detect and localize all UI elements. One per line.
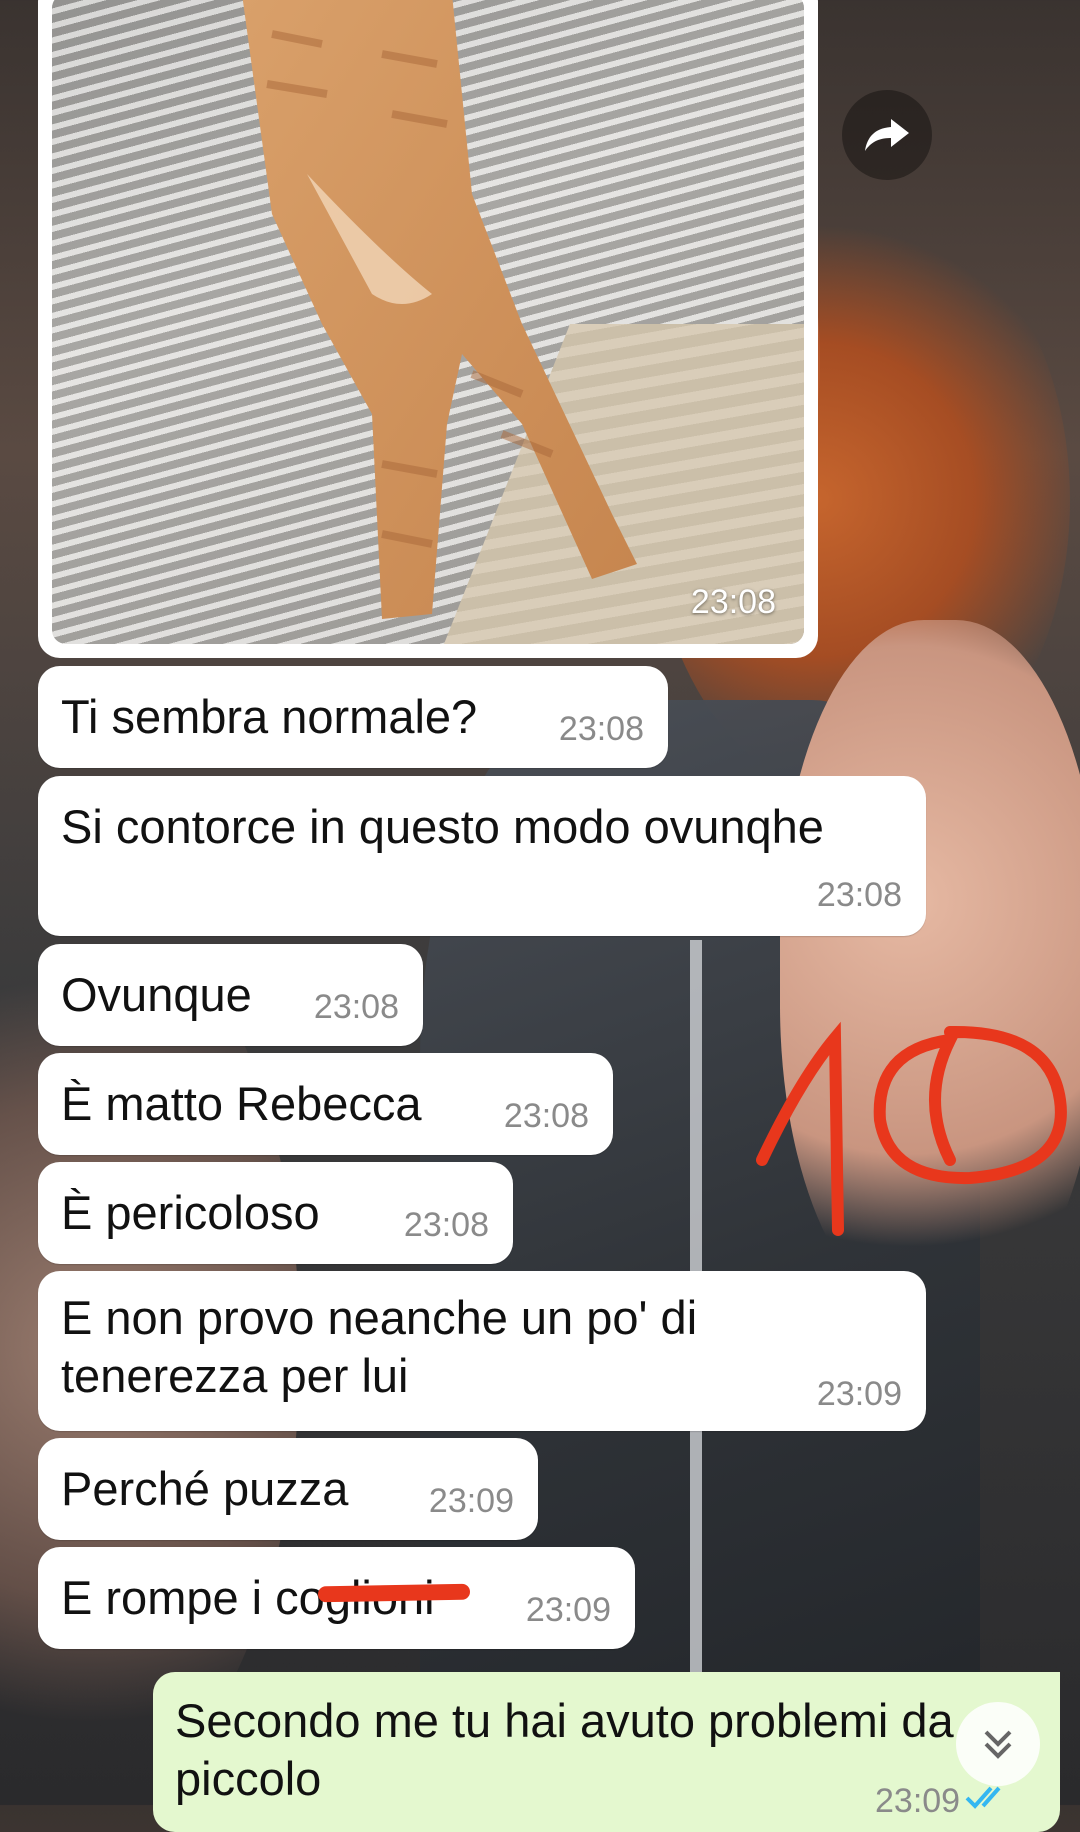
outgoing-message-bubble[interactable]: Secondo me tu hai avuto problemi da picc… [153,1672,1060,1832]
message-text: Ti sembra normale? [61,690,478,743]
cat-photo[interactable]: 23:08 [52,0,804,644]
message-text: Ovunque [61,968,252,1021]
message-text: Si contorce in questo modo ovunqhe [61,800,824,853]
message-time: 23:08 [816,876,902,914]
score-annotation [750,1020,1080,1280]
photo-message[interactable]: 23:08 [38,0,818,658]
message-text: Perché puzza [61,1462,349,1515]
message-time: 23:09 [816,1375,902,1413]
message-time: 23:08 [503,1097,589,1135]
message-time: 23:08 [313,988,399,1026]
message-text: È pericoloso [61,1186,320,1239]
message-bubble[interactable]: Ti sembra normale? 23:08 [38,666,668,768]
message-bubble[interactable]: È matto Rebecca 23:08 [38,1053,613,1155]
message-time: 23:09 [525,1591,611,1629]
redaction-scribble [317,1583,471,1603]
forward-button[interactable] [842,90,932,180]
message-bubble[interactable]: E non provo neanche un po' di tenerezza … [38,1271,926,1431]
message-text: E non provo neanche un po' di tenerezza … [61,1291,698,1402]
message-time: 23:09 [428,1482,514,1520]
forward-icon [865,119,909,151]
message-time: 23:09 [875,1782,961,1820]
message-bubble[interactable]: Ovunque 23:08 [38,944,423,1046]
message-bubble[interactable]: È pericoloso 23:08 [38,1162,513,1264]
double-check-icon [965,1786,1001,1809]
handwritten-score [756,1021,1067,1236]
scroll-to-bottom-button[interactable] [956,1702,1040,1786]
message-text: È matto Rebecca [61,1077,422,1130]
chevron-double-down-icon [984,1730,1012,1759]
photo-timestamp: 23:08 [690,583,776,621]
message-time: 23:08 [403,1206,489,1244]
cat-illustration [242,0,637,619]
message-time: 23:08 [558,710,644,748]
message-bubble[interactable]: Perché puzza 23:09 [38,1438,538,1540]
message-bubble[interactable]: Si contorce in questo modo ovunqhe 23:08 [38,776,926,936]
